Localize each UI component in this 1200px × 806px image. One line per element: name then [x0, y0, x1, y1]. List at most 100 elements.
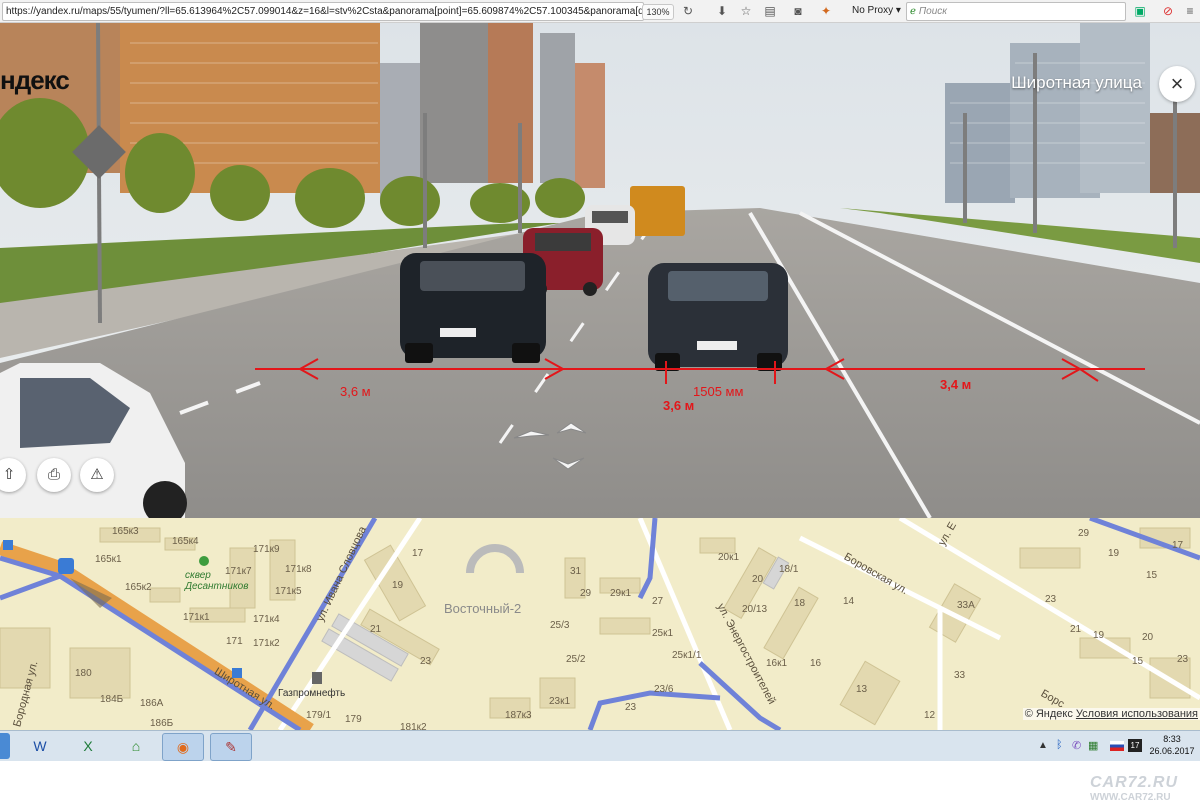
extension-icon[interactable]: ✦ — [818, 3, 834, 19]
street-panorama[interactable]: 3,6 м 1505 мм 3,6 м 3,4 м ндекс Широтная… — [0, 23, 1200, 518]
house-number: 27 — [652, 596, 664, 607]
house-number: 16 — [810, 658, 822, 669]
printer-icon: ⎙ — [47, 466, 60, 483]
house-number: 23 — [1045, 594, 1057, 605]
word-app-icon[interactable]: W — [20, 733, 60, 759]
house-number: 29 — [1078, 528, 1090, 539]
house-number: 165к3 — [112, 526, 139, 537]
house-number: 171к5 — [275, 586, 302, 597]
house-number: 23/6 — [654, 684, 674, 695]
terms-link[interactable]: Условия использования — [1076, 708, 1198, 720]
map-canvas — [0, 518, 1200, 730]
house-number: 20/13 — [742, 604, 768, 615]
house-number: 171к9 — [253, 544, 280, 555]
house-number: 25к1 — [652, 628, 674, 639]
bluetooth-icon[interactable]: ᛒ — [1056, 739, 1063, 751]
park-icon — [199, 556, 209, 566]
system-clock[interactable]: 8:33 26.06.2017 — [1146, 733, 1198, 757]
paint-app-icon[interactable]: ✎ — [210, 733, 252, 761]
dimension-label-left: 3,6 м — [340, 384, 371, 399]
street-title: Широтная улица — [1011, 73, 1142, 92]
building — [420, 23, 490, 183]
house-number: 23к1 — [549, 696, 571, 707]
house-number: 20к1 — [718, 552, 740, 563]
stop-icon[interactable]: ⊘ — [1160, 3, 1176, 19]
house-number: 165к2 — [125, 582, 152, 593]
house-number: 25/2 — [566, 654, 586, 665]
truck — [630, 186, 685, 236]
close-panorama-button[interactable]: × — [1159, 66, 1195, 102]
house-number: 165к4 — [172, 536, 199, 547]
house-number: 14 — [843, 596, 855, 607]
house-number: 171 — [226, 636, 243, 647]
house-number: 171к4 — [253, 614, 280, 625]
excel-app-icon[interactable]: X — [68, 733, 108, 759]
dimension-label-right: 3,4 м — [940, 377, 971, 392]
park-label: сквер Десантников — [185, 570, 249, 592]
dimension-label-car: 1505 мм — [693, 384, 743, 399]
house-number: 179/1 — [306, 710, 332, 721]
car-black-suv — [400, 253, 546, 363]
tray-app-badge[interactable]: 17 — [1128, 739, 1142, 752]
clock-time: 8:33 — [1163, 734, 1181, 744]
house-number: 16к1 — [766, 658, 788, 669]
tray-expand-icon[interactable]: ▲ — [1038, 740, 1048, 751]
dimension-label-center: 3,6 м — [663, 398, 694, 413]
start-button[interactable] — [0, 733, 10, 759]
search-placeholder: Поиск — [918, 6, 948, 17]
house-number: 33 — [954, 670, 966, 681]
map-buildings — [0, 527, 1191, 726]
language-flag-icon[interactable] — [1110, 741, 1124, 751]
house-number: 29 — [580, 588, 592, 599]
district-label: Восточный-2 — [444, 601, 522, 616]
building — [1080, 23, 1150, 193]
house-number: 18 — [794, 598, 806, 609]
house-number: 15 — [1146, 570, 1158, 581]
address-bar[interactable]: https://yandex.ru/maps/55/tyumen/?ll=65.… — [2, 2, 644, 21]
house-number: 179 — [345, 714, 362, 725]
building — [575, 63, 605, 188]
house-number: 29к1 — [610, 588, 632, 599]
proxy-selector[interactable]: No Proxy ▾ — [852, 3, 901, 19]
house-number: 23 — [625, 702, 637, 713]
house-number: 20 — [752, 574, 764, 585]
addon-icon[interactable]: ▣ — [1132, 3, 1148, 19]
building — [540, 33, 575, 183]
map-view[interactable]: 165к3 165к4 165к1 171к9 165к2 171к7 171к8 171к5… — [0, 518, 1200, 730]
house-number: 20 — [1142, 632, 1154, 643]
copyright-text: © Яндекс — [1024, 708, 1073, 720]
house-number: 19 — [1108, 548, 1120, 559]
windows-taskbar: W X ⌂ ◉ ✎ ▲ ᛒ ✆ ▦ 17 8:33 26.06.2017 — [0, 730, 1200, 761]
firefox-app-icon[interactable]: ◉ — [162, 733, 204, 761]
bookmarks-list-icon[interactable]: ▤ — [762, 3, 778, 19]
house-number: 23 — [1177, 654, 1189, 665]
house-number: 181к2 — [400, 722, 427, 730]
house-number: 21 — [1070, 624, 1082, 635]
house-number: 21 — [370, 624, 382, 635]
viber-icon[interactable]: ✆ — [1072, 739, 1081, 752]
close-icon: × — [1170, 71, 1184, 96]
bus-stop-icon — [3, 540, 13, 550]
watermark-url: WWW.CAR72.RU — [1090, 792, 1171, 803]
current-location-marker[interactable] — [58, 558, 74, 574]
menu-icon[interactable]: ≡ — [1182, 3, 1198, 19]
house-number: 31 — [570, 566, 582, 577]
reload-icon[interactable]: ↻ — [680, 3, 696, 19]
house-number: 17 — [1172, 540, 1184, 551]
yandex-logo: ндекс — [0, 65, 70, 95]
print-button[interactable]: ⎙ — [37, 458, 71, 492]
download-icon[interactable]: ⬇ — [714, 3, 730, 19]
bookmark-star-icon[interactable]: ☆ — [738, 3, 754, 19]
gas-station-icon — [312, 672, 322, 684]
panorama-scene: 3,6 м 1505 мм 3,6 м 3,4 м — [0, 23, 1200, 518]
house-number: 25/3 — [550, 620, 570, 631]
house-number: 165к1 — [95, 554, 122, 565]
pocket-icon[interactable]: ◙ — [790, 3, 806, 19]
network-icon[interactable]: ▦ — [1088, 739, 1098, 752]
search-box[interactable]: ℯ Поиск — [906, 2, 1126, 21]
explorer-app-icon[interactable]: ⌂ — [116, 733, 156, 759]
house-number: 19 — [1093, 630, 1105, 641]
zoom-indicator[interactable]: 130% — [642, 4, 674, 20]
building — [488, 23, 533, 183]
report-button[interactable]: ⚠ — [80, 458, 114, 492]
